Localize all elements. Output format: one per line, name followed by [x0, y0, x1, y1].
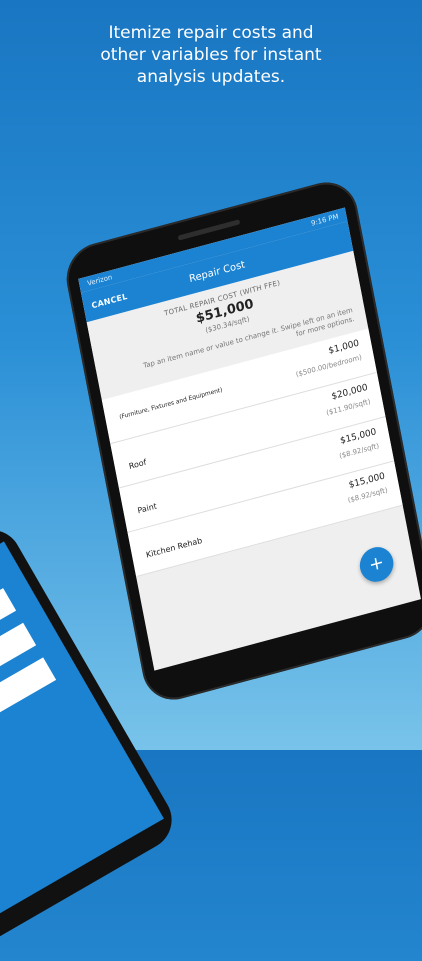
item-unit-cost: ($500.00/bedroom)	[295, 353, 363, 379]
item-name[interactable]: Kitchen Rehab	[145, 522, 253, 560]
item-name[interactable]: (Furniture, Fixtures and Equipment)	[119, 386, 227, 420]
headline-line-2: other variables for instant	[100, 45, 322, 65]
secondary-row-percent: 6%	[0, 657, 57, 734]
cancel-button[interactable]: CANCEL	[91, 291, 128, 309]
headline-line-1: Itemize repair costs and	[108, 23, 314, 43]
plus-icon: +	[367, 551, 386, 577]
main-phone: Verizon 9:16 PM CANCEL Repair Cost TOTAL…	[60, 174, 422, 708]
add-item-button[interactable]: +	[356, 543, 397, 586]
phone-screen: Verizon 9:16 PM CANCEL Repair Cost TOTAL…	[78, 207, 421, 671]
headline: Itemize repair costs and other variables…	[0, 22, 422, 88]
headline-line-3: analysis updates.	[136, 67, 286, 87]
